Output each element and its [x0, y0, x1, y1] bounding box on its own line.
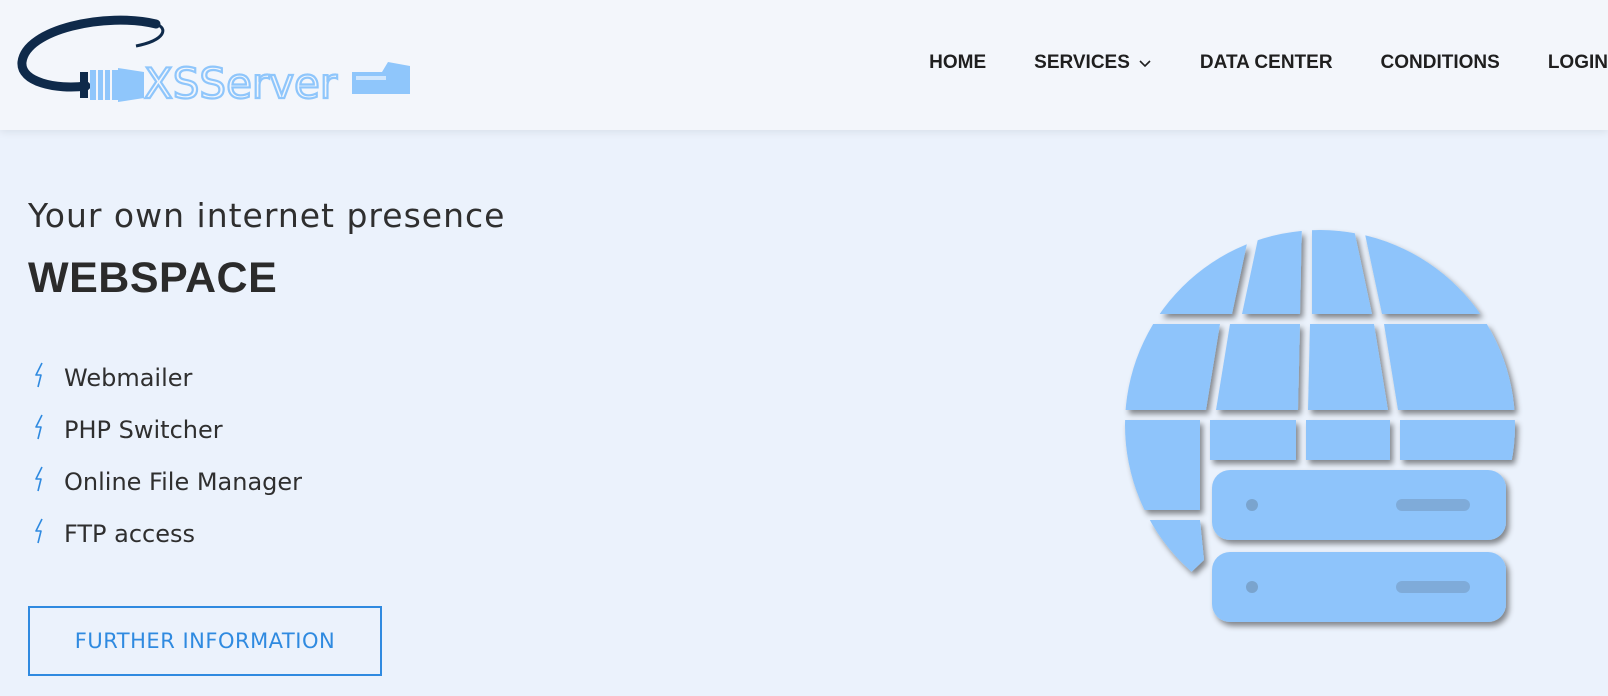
feature-label: FTP access [64, 520, 196, 548]
feature-label: Webmailer [64, 364, 193, 392]
list-item: FTP access [32, 508, 302, 560]
chevron-down-icon [1139, 60, 1151, 68]
lightning-bolt-icon [35, 518, 43, 544]
feature-label: Online File Manager [64, 468, 303, 496]
nav-conditions[interactable]: CONDITIONS [1381, 52, 1500, 74]
lightning-bolt-icon [35, 414, 43, 440]
logo-text: XSServer [144, 59, 338, 108]
nav-data-center[interactable]: DATA CENTER [1200, 52, 1333, 74]
nav-services-label: SERVICES [1034, 52, 1130, 73]
lightning-bolt-icon [35, 362, 43, 388]
nav-services[interactable]: SERVICES [1034, 52, 1152, 74]
list-item: Webmailer [32, 352, 302, 404]
lightning-bolt-icon [35, 466, 43, 492]
feature-label: PHP Switcher [64, 416, 223, 444]
list-item: PHP Switcher [32, 404, 302, 456]
further-information-button[interactable]: FURTHER INFORMATION [28, 606, 382, 676]
nav-home[interactable]: HOME [929, 52, 986, 74]
site-header: XSServer HOME SERVICES DATA CENTER CONDI… [0, 0, 1608, 130]
main-nav: HOME SERVICES DATA CENTER CONDITIONS LOG… [929, 48, 1608, 78]
xsserver-logo[interactable]: XSServer [16, 14, 426, 114]
hero-section: Your own internet presence WEBSPACE Webm… [0, 130, 1608, 696]
nav-login[interactable]: LOGIN [1548, 52, 1608, 74]
hero-title: WEBSPACE [28, 254, 278, 302]
list-item: Online File Manager [32, 456, 302, 508]
feature-list: Webmailer PHP Switcher Online File Manag… [32, 352, 302, 560]
hero-subtitle: Your own internet presence [28, 196, 506, 235]
globe-server-icon [1125, 230, 1515, 622]
